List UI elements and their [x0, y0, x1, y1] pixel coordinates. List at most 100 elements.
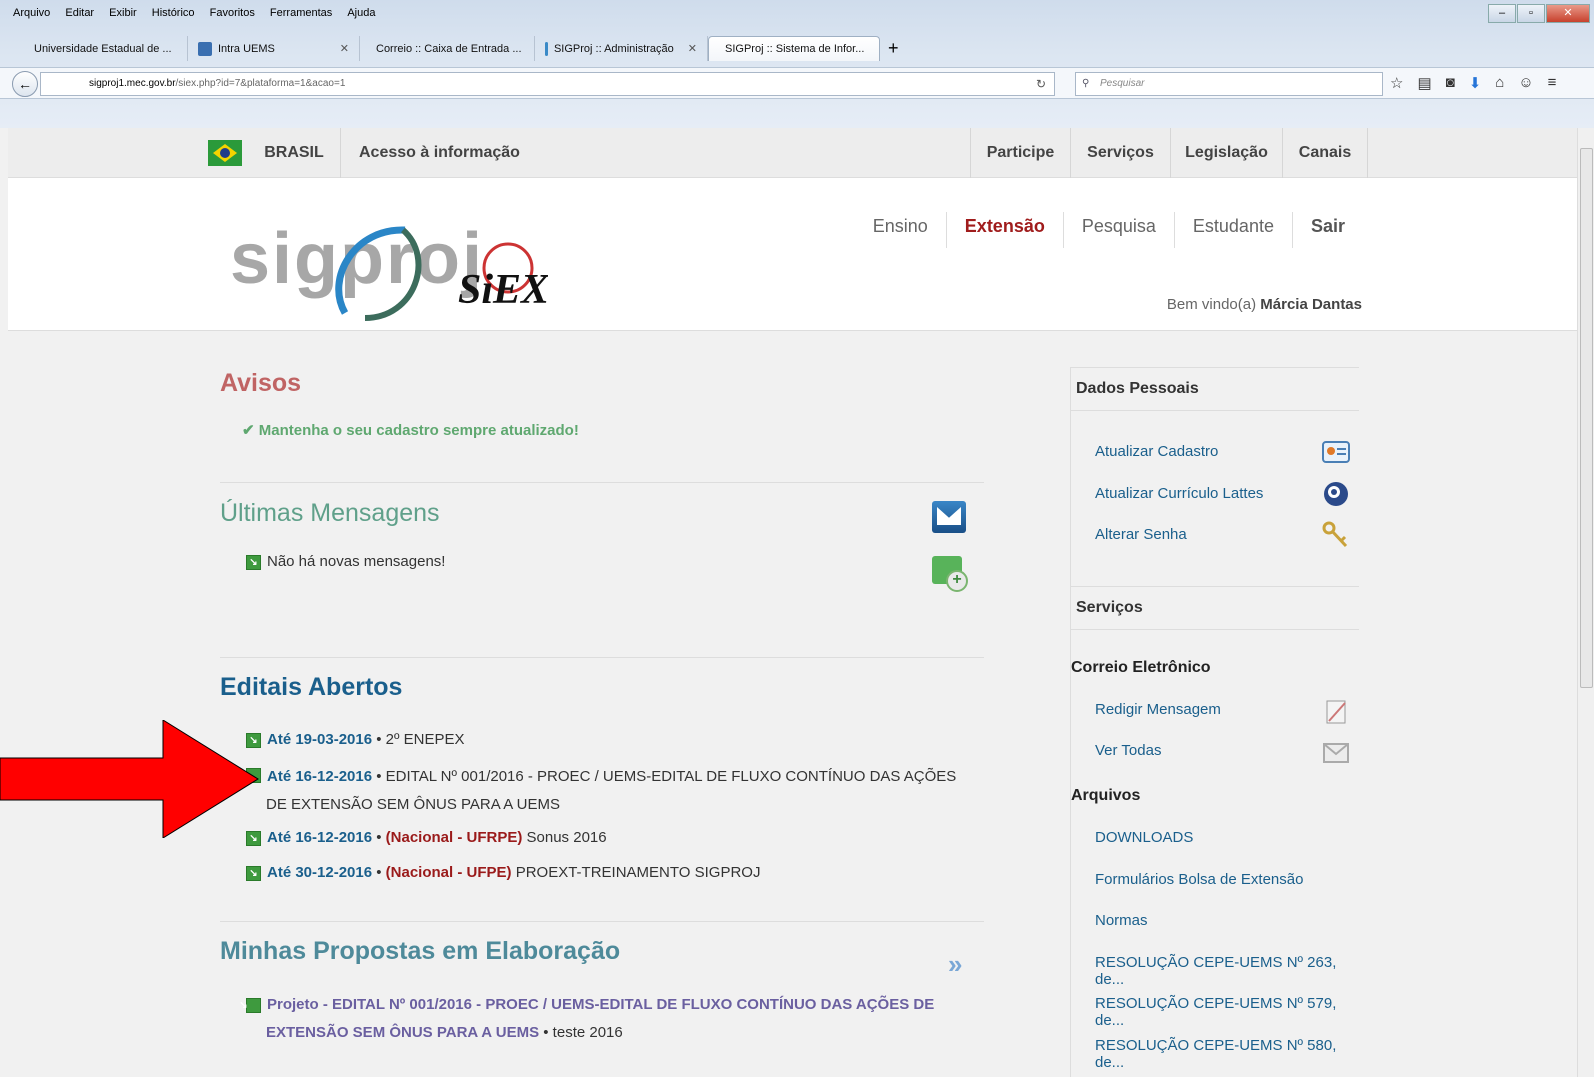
tab-correio[interactable]: Correio :: Caixa de Entrada ... ✕ [360, 36, 535, 61]
menu-ajuda[interactable]: Ajuda [347, 7, 375, 19]
edital-title: Sonus 2016 [522, 829, 607, 846]
resolucao-580-link[interactable]: RESOLUÇÃO CEPE-UEMS Nº 580, de... [1095, 1037, 1360, 1071]
sigproj-favicon-icon [545, 41, 548, 56]
resolucao-263-link[interactable]: RESOLUÇÃO CEPE-UEMS Nº 263, de... [1095, 954, 1360, 988]
formularios-link[interactable]: Formulários Bolsa de Extensão [1095, 871, 1303, 888]
edital-title: 2º ENEPEX [385, 731, 465, 748]
downloads-link[interactable]: DOWNLOADS [1095, 829, 1193, 846]
redigir-mensagem-link[interactable]: Redigir Mensagem [1095, 701, 1221, 718]
maximize-button[interactable]: ▫ [1517, 4, 1545, 23]
divider [220, 482, 984, 483]
arquivos-title: Arquivos [1071, 787, 1141, 804]
new-mail-icon[interactable]: + [932, 556, 968, 592]
welcome-message: Bem vindo(a) Márcia Dantas [1166, 296, 1362, 313]
sigproj-logo[interactable]: sigproj [230, 218, 484, 321]
gov-canais-link[interactable]: Canais [1282, 128, 1368, 178]
id-card-icon [1322, 441, 1350, 463]
nav-sair[interactable]: Sair [1291, 212, 1363, 248]
resolucao-579-link[interactable]: RESOLUÇÃO CEPE-UEMS Nº 579, de... [1095, 995, 1360, 1029]
svg-text:SiEX: SiEX [458, 267, 548, 313]
edital-date[interactable]: Até 16-12-2016 [267, 768, 372, 785]
menu-historico[interactable]: Histórico [152, 7, 195, 19]
servicos-title: Serviços [1076, 599, 1143, 616]
gov-acesso-link[interactable]: Acesso à informação [340, 128, 540, 178]
edital-date[interactable]: Até 16-12-2016 [267, 829, 372, 846]
site-header: sigproj SiEX Ensino Extensão Pesquisa Es… [8, 178, 1578, 331]
menu-arquivo[interactable]: Arquivo [13, 7, 50, 19]
edital-date[interactable]: Até 30-12-2016 [267, 864, 372, 881]
proposta-item[interactable]: ↘ Projeto - EDITAL Nº 001/2016 - PROEC / … [239, 991, 966, 1047]
gov-participe-link[interactable]: Participe [970, 128, 1070, 178]
gov-brasil-link[interactable]: BRASIL [248, 128, 340, 178]
edital-title: PROEXT-TREINAMENTO SIGPROJ [511, 864, 761, 881]
tab-sigproj-admin[interactable]: SIGProj :: Administração ✕ [535, 36, 708, 61]
tab-uems[interactable]: Universidade Estadual de ... ✕ [18, 36, 188, 61]
nav-pesquisa[interactable]: Pesquisa [1062, 212, 1174, 248]
bullet-arrow-icon: ↘ [246, 865, 261, 881]
mail-icon[interactable] [932, 501, 966, 533]
edital-item[interactable]: ↘ Até 19-03-2016 • 2º ENEPEX [246, 727, 966, 753]
tab-strip: Universidade Estadual de ... ✕ Intra UEM… [18, 36, 907, 62]
gov-bar: BRASIL Acesso à informação Participe Ser… [8, 128, 1578, 178]
nav-extensao[interactable]: Extensão [945, 212, 1063, 248]
propostas-title: Minhas Propostas em Elaboração [220, 937, 621, 965]
menu-icon[interactable]: ≡ [1548, 74, 1557, 92]
main-content: Avisos ✔ Mantenha o seu cadastro sempre … [220, 331, 1390, 1077]
url-domain: sigproj1.mec.gov.br [89, 78, 176, 89]
gov-legislacao-link[interactable]: Legislação [1170, 128, 1282, 178]
tab-label: Intra UEMS [218, 42, 275, 55]
right-sidebar: Dados Pessoais Atualizar Cadastro Atuali… [1070, 367, 1360, 1077]
tab-sigproj-sistema[interactable]: SIGProj :: Sistema de Infor... ✕ [708, 36, 880, 61]
red-annotation-arrow-icon [0, 720, 259, 838]
menu-ferramentas[interactable]: Ferramentas [270, 7, 332, 19]
dados-pessoais-title: Dados Pessoais [1076, 380, 1199, 397]
envelope-icon [1323, 743, 1349, 763]
user-name: Márcia Dantas [1260, 296, 1362, 313]
nav-estudante[interactable]: Estudante [1173, 212, 1292, 248]
home-icon[interactable]: ⌂ [1495, 74, 1504, 92]
atualizar-lattes-link[interactable]: Atualizar Currículo Lattes [1095, 485, 1263, 502]
address-bar[interactable]: sigproj1.mec.gov.br/siex.php?id=7&plataf… [40, 72, 1055, 96]
ver-todas-link[interactable]: Ver Todas [1095, 742, 1161, 759]
bullet-arrow-icon: ↘ [239, 997, 261, 1013]
scrollbar-thumb[interactable] [1580, 148, 1593, 688]
nav-ensino[interactable]: Ensino [855, 212, 946, 248]
close-tab-icon[interactable]: ✕ [340, 42, 349, 55]
toolbar-icons: ☆ ▤ ◙ ⬇ ⌂ ☺ ≡ [1390, 74, 1556, 92]
search-input[interactable]: ⚲ Pesquisar [1075, 72, 1383, 96]
bookmark-star-icon[interactable]: ☆ [1390, 74, 1403, 92]
normas-link[interactable]: Normas [1095, 912, 1148, 929]
gov-servicos-link[interactable]: Serviços [1070, 128, 1170, 178]
menu-editar[interactable]: Editar [65, 7, 94, 19]
alterar-senha-link[interactable]: Alterar Senha [1095, 526, 1187, 543]
editais-title: Editais Abertos [220, 673, 403, 701]
atualizar-cadastro-link[interactable]: Atualizar Cadastro [1095, 443, 1218, 460]
edital-date[interactable]: Até 19-03-2016 [267, 731, 372, 748]
lattes-icon [1324, 482, 1348, 506]
menu-favoritos[interactable]: Favoritos [210, 7, 255, 19]
intra-favicon-icon [198, 41, 212, 56]
aviso-item: ✔ Mantenha o seu cadastro sempre atualiz… [242, 422, 579, 439]
new-tab-button[interactable]: + [880, 36, 907, 62]
pocket-icon[interactable]: ◙ [1446, 74, 1455, 92]
bullet-arrow-icon: ↘ [246, 554, 261, 570]
vertical-scrollbar[interactable] [1577, 128, 1594, 1077]
search-icon: ⚲ [1082, 78, 1090, 89]
chat-icon[interactable]: ☺ [1518, 74, 1533, 92]
downloads-icon[interactable]: ⬇ [1469, 74, 1482, 92]
top-nav: Ensino Extensão Pesquisa Estudante Sair [855, 212, 1363, 248]
edital-item[interactable]: ↘ Até 16-12-2016 • (Nacional - UFRPE) Son… [246, 825, 966, 851]
edital-item[interactable]: ↘Até 16-12-2016 • EDITAL Nº 001/2016 - P… [239, 763, 966, 819]
double-chevron-right-icon[interactable]: » [948, 949, 962, 980]
menu-exibir[interactable]: Exibir [109, 7, 137, 19]
close-window-button[interactable]: ✕ [1546, 4, 1590, 23]
back-icon[interactable]: ← [12, 71, 38, 97]
edital-item[interactable]: ↘ Até 30-12-2016 • (Nacional - UFPE) PROE… [246, 860, 966, 886]
minimize-button[interactable]: – [1488, 4, 1516, 23]
close-tab-icon[interactable]: ✕ [688, 42, 697, 55]
tab-label: SIGProj :: Sistema de Infor... [725, 43, 865, 55]
bookmarks-menu-icon[interactable]: ▤ [1417, 74, 1431, 92]
tab-intra[interactable]: Intra UEMS ✕ [188, 36, 360, 61]
reload-icon[interactable]: ↻ [1036, 73, 1046, 95]
divider [220, 657, 984, 658]
